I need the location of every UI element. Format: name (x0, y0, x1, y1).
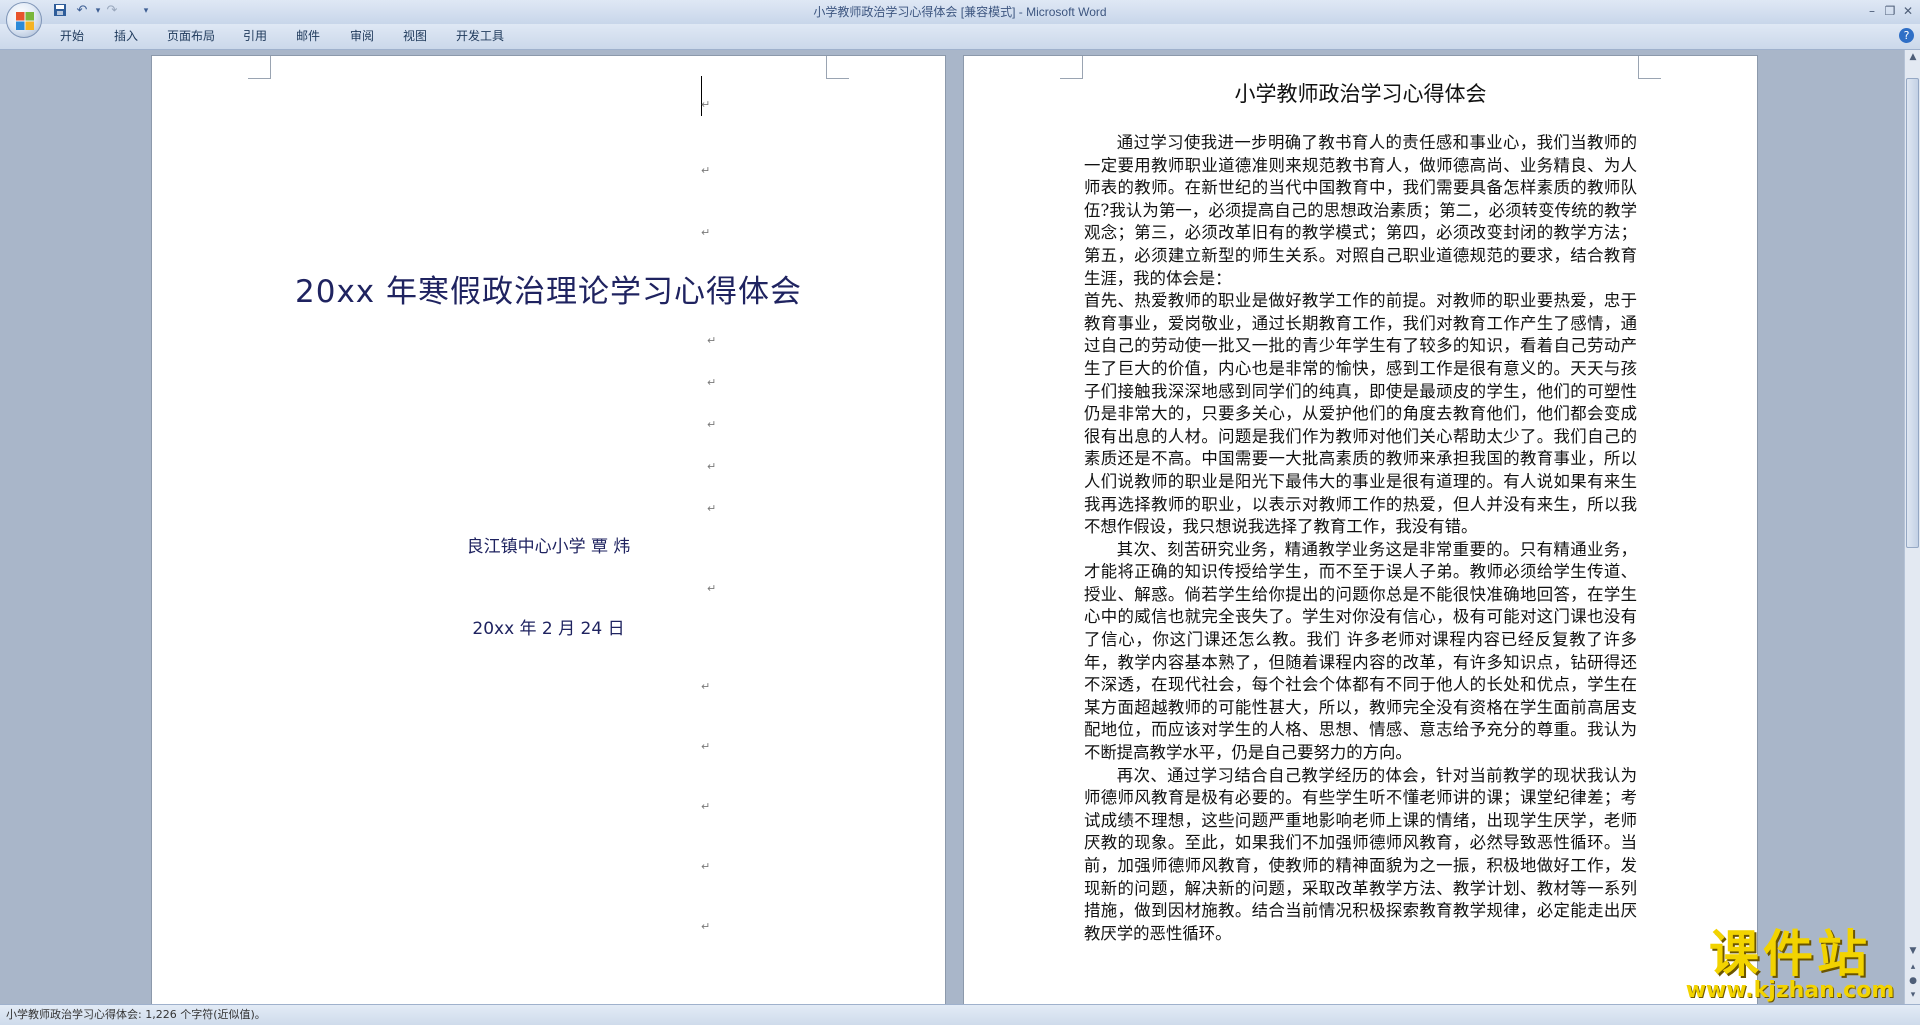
save-icon[interactable] (52, 3, 68, 19)
paragraph-mark: ↵ (701, 680, 711, 693)
watermark: 课件站 www.kjzhan.com (1670, 924, 1910, 1008)
tab-review[interactable]: 审阅 (350, 24, 374, 49)
paragraph-mark: ↵ (707, 460, 717, 473)
cover-title: 20xx 年寒假政治理论学习心得体会 (295, 274, 802, 310)
paragraph-mark: ↵ (701, 920, 711, 933)
essay-title: 小学教师政治学习心得体会 (1234, 82, 1487, 106)
restore-button[interactable]: ❐ (1880, 2, 1900, 20)
essay-paragraph: 再次、通过学习结合自己教学经历的体会，针对当前教学的现状我认为师德师风教育是极有… (1084, 765, 1637, 943)
window-title: 小学教师政治学习心得体会 [兼容模式] - Microsoft Word (813, 5, 1107, 19)
crop-mark (826, 56, 849, 79)
tab-page-layout[interactable]: 页面布局 (167, 24, 215, 49)
paragraph-mark: ↵ (707, 418, 717, 431)
office-logo-icon (16, 12, 34, 30)
essay-paragraph: 首先、热爱教师的职业是做好教学工作的前提。对教师的职业要热爱，忠于教育事业，爱岗… (1084, 291, 1637, 537)
essay-paragraph: 通过学习使我进一步明确了教书育人的责任感和事业心，我们当教师的一定要用教师职业道… (1084, 133, 1637, 288)
paragraph-mark: ↵ (701, 226, 711, 239)
minimize-button[interactable]: – (1862, 2, 1882, 20)
title-bar: 小学教师政治学习心得体会 [兼容模式] - Microsoft Word ↶ ▾… (0, 0, 1920, 24)
watermark-main: 课件站 (1709, 925, 1871, 983)
tab-insert[interactable]: 插入 (114, 24, 138, 49)
crop-mark (1060, 56, 1083, 79)
document-workspace: ↵ ↵ ↵ 20xx 年寒假政治理论学习心得体会 ↵ ↵ ↵ ↵ ↵ 良江镇中心… (0, 50, 1904, 1004)
cover-page[interactable]: ↵ ↵ ↵ 20xx 年寒假政治理论学习心得体会 ↵ ↵ ↵ ↵ ↵ 良江镇中心… (152, 56, 945, 1004)
office-button[interactable] (6, 2, 42, 38)
help-icon[interactable]: ? (1899, 28, 1914, 43)
paragraph-mark: ↵ (701, 98, 711, 111)
undo-icon[interactable]: ↶ (74, 3, 90, 19)
vertical-scrollbar[interactable]: ▲ ▼ ▴ ● ▾ (1904, 50, 1920, 1004)
paragraph-mark: ↵ (701, 860, 711, 873)
status-bar: 小学教师政治学习心得体会: 1,226 个字符(近似值)。 (0, 1004, 1920, 1025)
paragraph-mark: ↵ (707, 502, 717, 515)
tab-developer[interactable]: 开发工具 (456, 24, 504, 49)
paragraph-mark: ↵ (701, 164, 711, 177)
essay-body: 通过学习使我进一步明确了教书育人的责任感和事业心，我们当教师的一定要用教师职业道… (1084, 132, 1637, 1004)
tab-home[interactable]: 开始 (60, 24, 84, 49)
scroll-up-icon[interactable]: ▲ (1905, 52, 1920, 62)
paragraph-mark: ↵ (707, 582, 717, 595)
essay-paragraph: 其次、刻苦研究业务，精通教学业务这是非常重要的。只有精通业务，才能将正确的知识传… (1084, 539, 1637, 763)
paragraph-mark: ↵ (701, 740, 711, 753)
crop-mark (248, 56, 271, 79)
customize-icon[interactable]: ▾ (138, 3, 154, 19)
paragraph-mark: ↵ (701, 800, 711, 813)
redo-icon[interactable]: ↷ (104, 3, 120, 19)
ribbon-tab-bar: 开始 插入 页面布局 引用 邮件 审阅 视图 开发工具 ? (0, 24, 1920, 50)
cover-author: 良江镇中心小学 覃 炜 (466, 537, 631, 557)
watermark-url: www.kjzhan.com (1685, 978, 1895, 1003)
tab-view[interactable]: 视图 (403, 24, 427, 49)
close-button[interactable]: ✕ (1898, 2, 1918, 20)
cover-date: 20xx 年 2 月 24 日 (472, 619, 625, 639)
tab-references[interactable]: 引用 (243, 24, 267, 49)
status-text: 小学教师政治学习心得体会: 1,226 个字符(近似值)。 (6, 1008, 266, 1021)
paragraph-mark: ↵ (707, 376, 717, 389)
crop-mark (1638, 56, 1661, 79)
paragraph-mark: ↵ (707, 334, 717, 347)
tab-mailings[interactable]: 邮件 (296, 24, 320, 49)
scrollbar-thumb[interactable] (1906, 78, 1919, 548)
essay-page[interactable]: 小学教师政治学习心得体会 通过学习使我进一步明确了教书育人的责任感和事业心，我们… (964, 56, 1757, 1004)
